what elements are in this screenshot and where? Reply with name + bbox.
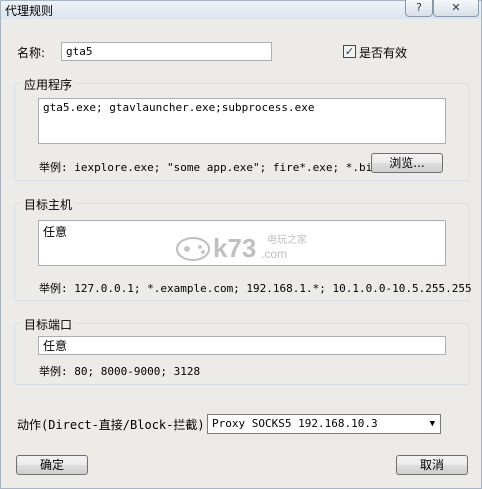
action-select[interactable]: Proxy SOCKS5 192.168.10.3 ▼ [207, 414, 441, 434]
target-port-group-title: 目标端口 [21, 316, 76, 333]
checkmark-icon: ✓ [344, 45, 355, 58]
target-port-value: 任意 [43, 339, 68, 353]
target-host-input[interactable]: 任意 [38, 220, 446, 266]
name-input[interactable]: gta5 [61, 42, 272, 61]
action-selected-value: Proxy SOCKS5 192.168.10.3 [212, 417, 378, 430]
enabled-label: 是否有效 [359, 46, 408, 60]
name-value: gta5 [66, 45, 93, 58]
applications-example: 举例: iexplore.exe; "some app.exe"; fire*.… [39, 161, 379, 174]
target-host-example: 举例: 127.0.0.1; *.example.com; 192.168.1.… [39, 282, 472, 295]
target-host-group-title: 目标主机 [21, 196, 76, 213]
dropdown-arrow-icon: ▼ [429, 419, 435, 429]
applications-input[interactable]: gta5.exe; gtavlauncher.exe;subprocess.ex… [38, 98, 446, 144]
target-port-example: 举例: 80; 8000-9000; 3128 [39, 365, 201, 378]
close-button[interactable]: ✕ [433, 0, 479, 17]
help-icon: ? [416, 1, 422, 14]
enabled-checkbox[interactable]: ✓ [343, 45, 356, 58]
close-icon: ✕ [451, 1, 461, 14]
applications-value: gta5.exe; gtavlauncher.exe;subprocess.ex… [43, 101, 315, 114]
ok-button[interactable]: 确定 [16, 455, 88, 475]
cancel-button[interactable]: 取消 [396, 455, 468, 475]
applications-group-title: 应用程序 [21, 76, 76, 93]
target-port-input[interactable]: 任意 [38, 336, 446, 355]
target-host-value: 任意 [43, 225, 68, 239]
proxy-rule-dialog: 代理规则 ? ✕ 名称: gta5 ✓ 是否有效 应用程序 gta5.exe; … [0, 0, 482, 489]
name-label: 名称: [17, 46, 46, 60]
help-button[interactable]: ? [405, 0, 433, 17]
browse-button[interactable]: 浏览... [371, 153, 443, 173]
window-title: 代理规则 [5, 4, 54, 18]
action-label: 动作(Direct-直接/Block-拦截): [17, 418, 212, 432]
